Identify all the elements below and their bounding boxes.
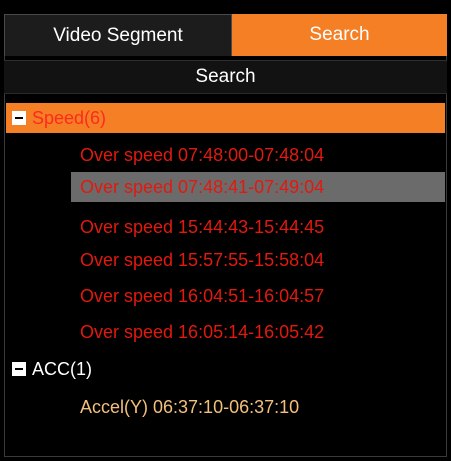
tab-bar: Video Segment Search xyxy=(4,14,447,56)
tab-search[interactable]: Search xyxy=(232,14,447,56)
collapse-icon[interactable] xyxy=(12,362,26,376)
tree-group-label: ACC(1) xyxy=(32,358,93,379)
tree-item-label: Over speed 16:04:51-16:04:57 xyxy=(80,285,325,306)
tree-item-label: Over speed 15:57:55-15:58:04 xyxy=(80,249,325,270)
search-panel: Video Segment Search Search Speed(6) Ove… xyxy=(0,0,451,461)
tree-item-label: Accel(Y) 06:37:10-06:37:10 xyxy=(80,396,300,417)
tree-item[interactable]: Over speed 16:05:14-16:05:42 xyxy=(71,317,445,347)
tree-group-acc[interactable]: ACC(1) xyxy=(6,354,445,384)
tree-item[interactable]: Over speed 07:48:00-07:48:04 xyxy=(71,140,445,170)
tree-item-label: Over speed 15:44:43-15:44:45 xyxy=(80,216,325,237)
tree-item-label: Over speed 07:48:00-07:48:04 xyxy=(80,144,325,165)
collapse-icon[interactable] xyxy=(12,111,26,125)
tree-item-selected[interactable]: Over speed 07:48:41-07:49:04 xyxy=(71,172,445,202)
tab-video-segment[interactable]: Video Segment xyxy=(4,14,232,56)
search-list-header: Search xyxy=(4,60,447,94)
tree-item[interactable]: Over speed 15:44:43-15:44:45 xyxy=(71,212,445,242)
tree-item-label: Over speed 07:48:41-07:49:04 xyxy=(80,176,325,197)
tree-group-label: Speed(6) xyxy=(32,107,107,128)
tree-item-label: Over speed 16:05:14-16:05:42 xyxy=(80,321,325,342)
tree-item[interactable]: Accel(Y) 06:37:10-06:37:10 xyxy=(71,392,445,422)
tree-item[interactable]: Over speed 16:04:51-16:04:57 xyxy=(71,281,445,311)
tree-group-speed[interactable]: Speed(6) xyxy=(6,103,445,133)
tree-item[interactable]: Over speed 15:57:55-15:58:04 xyxy=(71,245,445,275)
